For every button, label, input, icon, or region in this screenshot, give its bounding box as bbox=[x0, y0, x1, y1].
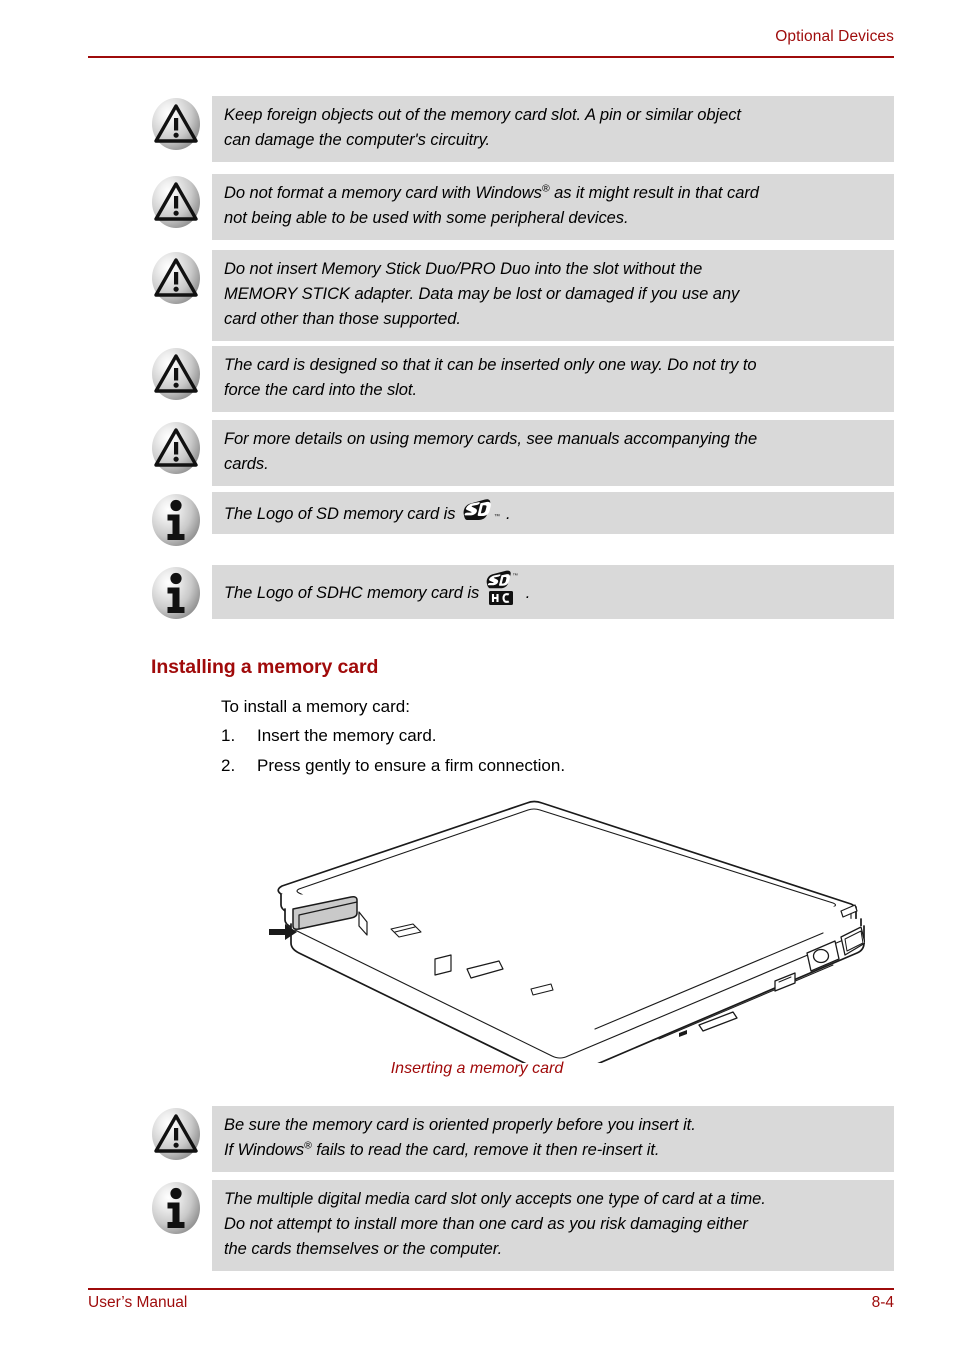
note-block: Be sure the memory card is oriented prop… bbox=[148, 1106, 894, 1172]
note-line-part: as it might result in that card bbox=[549, 184, 759, 202]
note-line: the cards themselves or the computer. bbox=[224, 1240, 503, 1258]
note-line: Keep foreign objects out of the memory c… bbox=[224, 106, 741, 124]
note-line: The Logo of SD memory card is ™ . bbox=[224, 496, 884, 530]
header-rule bbox=[88, 56, 894, 58]
note-line: Do not format a memory card with Windows… bbox=[224, 181, 884, 206]
note-text: The Logo of SD memory card is ™ . bbox=[212, 492, 894, 534]
step-text: Press gently to ensure a firm connection… bbox=[257, 756, 566, 775]
list-item: 1. Insert the memory card. bbox=[221, 721, 881, 751]
tm-mark: ™ bbox=[512, 573, 517, 579]
section-heading: Installing a memory card bbox=[151, 656, 379, 678]
note-line: can damage the computer's circuitry. bbox=[224, 131, 491, 149]
registered-mark: ® bbox=[304, 1139, 312, 1152]
sdhc-logo-icon: ™ bbox=[485, 569, 525, 615]
note-block: The Logo of SD memory card is ™ . bbox=[148, 492, 894, 548]
note-line: Be sure the memory card is oriented prop… bbox=[224, 1116, 696, 1134]
page-number: 8-4 bbox=[871, 1294, 894, 1311]
note-text: The multiple digital media card slot onl… bbox=[212, 1180, 894, 1271]
footer-rule bbox=[88, 1288, 894, 1290]
note-text: The card is designed so that it can be i… bbox=[212, 346, 894, 412]
note-text: The Logo of SDHC memory card is ™ . bbox=[212, 565, 894, 619]
warning-icon bbox=[148, 420, 204, 476]
warning-icon bbox=[148, 346, 204, 402]
note-line: If Windows® fails to read the card, remo… bbox=[224, 1138, 884, 1163]
note-line: cards. bbox=[224, 455, 269, 473]
note-line-part: . bbox=[525, 584, 531, 602]
note-line: The card is designed so that it can be i… bbox=[224, 356, 757, 374]
info-icon bbox=[148, 492, 204, 548]
note-line-part: . bbox=[506, 505, 511, 523]
note-line: Do not insert Memory Stick Duo/PRO Duo i… bbox=[224, 260, 703, 278]
step-number: 2. bbox=[221, 756, 236, 775]
note-line: For more details on using memory cards, … bbox=[224, 430, 758, 448]
manual-page: Optional Devices Keep foreign objects ou… bbox=[0, 0, 954, 1351]
page-footer: User’s Manual 8-4 bbox=[88, 1294, 894, 1312]
note-text: Do not insert Memory Stick Duo/PRO Duo i… bbox=[212, 250, 894, 341]
note-line-part: Do not format a memory card with Windows bbox=[224, 184, 542, 202]
note-line-part: The Logo of SDHC memory card is bbox=[224, 584, 484, 602]
note-block: Do not format a memory card with Windows… bbox=[148, 174, 894, 240]
sd-logo-icon: ™ bbox=[461, 496, 505, 530]
note-line: not being able to be used with some peri… bbox=[224, 209, 629, 227]
section-intro: To install a memory card: bbox=[221, 697, 410, 716]
warning-icon bbox=[148, 96, 204, 152]
note-line: card other than those supported. bbox=[224, 310, 461, 328]
warning-icon bbox=[148, 250, 204, 306]
note-block: The Logo of SDHC memory card is ™ . bbox=[148, 565, 894, 621]
header-title: Optional Devices bbox=[775, 28, 894, 45]
footer-left-label: User’s Manual bbox=[88, 1294, 188, 1311]
list-item: 2. Press gently to ensure a firm connect… bbox=[221, 751, 881, 781]
info-icon bbox=[148, 565, 204, 621]
note-line: The multiple digital media card slot onl… bbox=[224, 1190, 766, 1208]
registered-mark: ® bbox=[541, 182, 550, 195]
note-block: Do not insert Memory Stick Duo/PRO Duo i… bbox=[148, 250, 894, 341]
page-header: Optional Devices bbox=[88, 27, 894, 47]
figure-caption: Inserting a memory card bbox=[390, 1060, 564, 1077]
steps-list: 1. Insert the memory card. 2. Press gent… bbox=[221, 721, 881, 781]
note-line: Do not attempt to install more than one … bbox=[224, 1215, 748, 1233]
warning-icon bbox=[148, 1106, 204, 1162]
note-block: The card is designed so that it can be i… bbox=[148, 346, 894, 412]
note-line-part: If Windows bbox=[224, 1141, 305, 1159]
tm-mark: ™ bbox=[494, 513, 500, 520]
note-line: The Logo of SDHC memory card is ™ . bbox=[224, 569, 884, 615]
note-text: For more details on using memory cards, … bbox=[212, 420, 894, 486]
warning-icon bbox=[148, 174, 204, 230]
note-line-part: fails to read the card, remove it then r… bbox=[311, 1141, 660, 1159]
laptop-illustration bbox=[255, 793, 865, 1063]
note-text: Keep foreign objects out of the memory c… bbox=[212, 96, 894, 162]
note-line: MEMORY STICK adapter. Data may be lost o… bbox=[224, 285, 740, 303]
note-text: Be sure the memory card is oriented prop… bbox=[212, 1106, 894, 1172]
note-block: For more details on using memory cards, … bbox=[148, 420, 894, 486]
note-line: force the card into the slot. bbox=[224, 381, 417, 399]
note-block: Keep foreign objects out of the memory c… bbox=[148, 96, 894, 162]
note-line-part: The Logo of SD memory card is bbox=[224, 505, 461, 523]
note-text: Do not format a memory card with Windows… bbox=[212, 174, 894, 240]
note-block: The multiple digital media card slot onl… bbox=[148, 1180, 894, 1271]
step-text: Insert the memory card. bbox=[257, 726, 437, 745]
step-number: 1. bbox=[221, 726, 236, 745]
info-icon bbox=[148, 1180, 204, 1236]
